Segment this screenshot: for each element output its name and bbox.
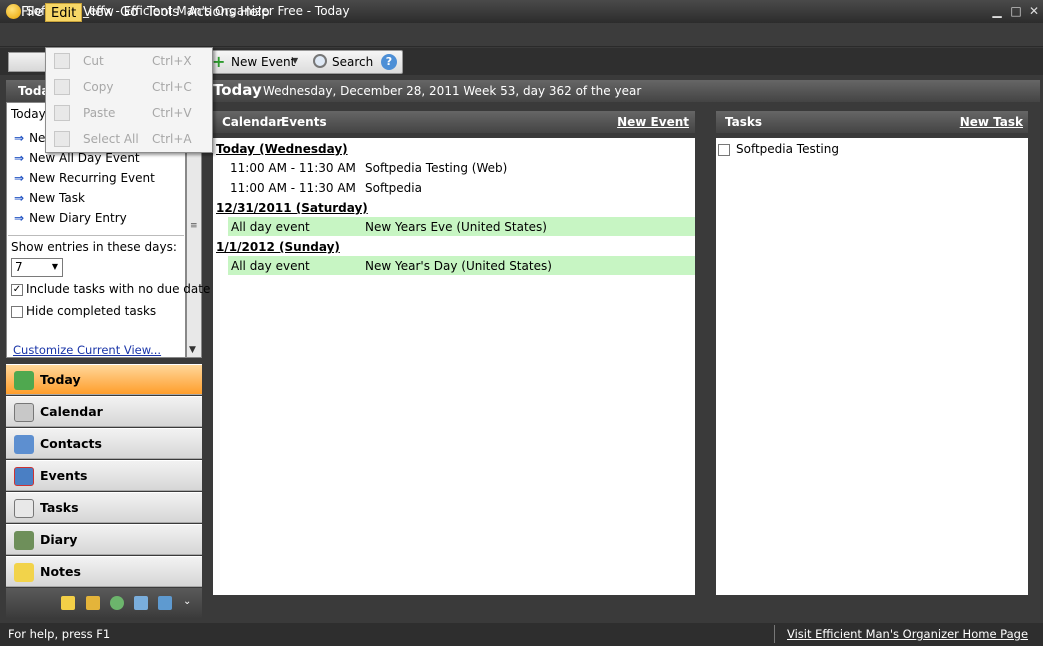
- arrow-right-icon: ⇒: [14, 211, 25, 225]
- tasks-header-label: Tasks: [725, 115, 763, 129]
- dropdown-arrow-icon[interactable]: ▼: [292, 56, 298, 65]
- homepage-link[interactable]: Visit Efficient Man's Organizer Home Pag…: [787, 627, 1028, 641]
- event-title[interactable]: Softpedia Testing (Web): [365, 161, 507, 175]
- key-icon[interactable]: [86, 596, 100, 610]
- add-icon: +: [212, 52, 226, 71]
- nav-diary[interactable]: Diary: [6, 524, 202, 555]
- chevron-down-icon[interactable]: ⌄: [183, 596, 191, 607]
- paste-icon: [54, 105, 70, 121]
- help-icon[interactable]: ?: [381, 54, 397, 70]
- event-title[interactable]: Softpedia: [365, 181, 422, 195]
- events-icon: [14, 467, 34, 486]
- edit-menu-paste[interactable]: Paste Ctrl+V: [50, 101, 208, 126]
- include-no-due-checkbox[interactable]: ✓ Include tasks with no due date: [11, 282, 210, 296]
- arrow-right-icon: ⇒: [14, 151, 25, 165]
- edit-menu-select-all[interactable]: Select All Ctrl+A: [50, 127, 208, 152]
- nav-notes[interactable]: Notes: [6, 556, 202, 587]
- action-new-diary-entry[interactable]: ⇒ New Diary Entry: [14, 209, 127, 227]
- recycle-icon[interactable]: [158, 596, 172, 610]
- divider: [774, 625, 775, 643]
- arrow-right-icon: ⇒: [14, 191, 25, 205]
- arrow-right-icon: ⇒: [14, 131, 25, 145]
- event-title[interactable]: New Year's Day (United States): [365, 259, 552, 273]
- new-event-link[interactable]: New Event: [617, 115, 689, 129]
- status-help-text: For help, press F1: [8, 627, 111, 641]
- date-line: Wednesday, December 28, 2011 Week 53, da…: [263, 84, 642, 98]
- action-new-recurring-event[interactable]: ⇒ New Recurring Event: [14, 169, 155, 187]
- nav-events[interactable]: Events: [6, 460, 202, 491]
- menu-view[interactable]: View: [78, 3, 119, 22]
- menu-go[interactable]: Go: [115, 3, 143, 22]
- checkbox-icon: [718, 143, 730, 156]
- minimize-icon[interactable]: ▁: [988, 3, 1006, 19]
- menu-edit[interactable]: Edit: [45, 3, 83, 22]
- calendar-header-label: Calendar: [222, 115, 283, 129]
- close-icon[interactable]: ✕: [1025, 3, 1043, 19]
- menu-actions[interactable]: Actions: [183, 3, 241, 22]
- page-title: Today: [213, 81, 262, 99]
- events-header-label: Events: [281, 115, 327, 129]
- checkbox-icon: [11, 305, 23, 318]
- nav-calendar[interactable]: Calendar: [6, 396, 202, 427]
- globe-icon[interactable]: [110, 596, 124, 610]
- chevron-down-icon: ▼: [51, 262, 58, 271]
- customize-view-link[interactable]: Customize Current View...: [13, 343, 161, 357]
- search-button[interactable]: Search: [332, 54, 373, 71]
- event-time: 11:00 AM - 11:30 AM: [230, 181, 356, 195]
- event-time: 11:00 AM - 11:30 AM: [230, 161, 356, 175]
- arrow-right-icon: ⇒: [14, 171, 25, 185]
- nav-tasks[interactable]: Tasks: [6, 492, 202, 523]
- contacts-icon: [14, 435, 34, 454]
- task-item[interactable]: Softpedia Testing: [718, 142, 839, 156]
- event-title[interactable]: New Years Eve (United States): [365, 220, 547, 234]
- maximize-icon[interactable]: □: [1007, 3, 1025, 19]
- search-mini-icon[interactable]: [134, 596, 148, 610]
- hide-completed-checkbox[interactable]: Hide completed tasks: [11, 304, 156, 318]
- show-entries-label: Show entries in these days:: [11, 240, 177, 254]
- edit-menu-dropdown: Cut Ctrl+X Copy Ctrl+C Paste Ctrl+V Select …: [45, 47, 213, 153]
- nav-today[interactable]: Today: [6, 364, 202, 395]
- diary-icon: [14, 531, 34, 550]
- event-day-heading[interactable]: 1/1/2012 (Sunday): [216, 240, 340, 254]
- nav-contacts[interactable]: Contacts: [6, 428, 202, 459]
- divider: [8, 235, 184, 236]
- tasks-body: [716, 138, 1028, 595]
- select-all-icon: [54, 131, 70, 147]
- event-time: All day event: [231, 220, 310, 234]
- search-icon: [313, 54, 327, 68]
- nav-footer: ⌄: [6, 588, 202, 619]
- event-day-heading[interactable]: 12/31/2011 (Saturday): [216, 201, 368, 215]
- notes-icon: [14, 563, 34, 582]
- new-event-button[interactable]: New Event: [231, 54, 295, 71]
- edit-menu-cut[interactable]: Cut Ctrl+X: [50, 49, 208, 74]
- menu-help[interactable]: Help: [235, 3, 275, 22]
- status-bar: For help, press F1 Visit Efficient Man's…: [0, 623, 1043, 646]
- days-select[interactable]: 7 ▼: [11, 258, 63, 277]
- copy-icon: [54, 79, 70, 95]
- tasks-check-icon: [14, 499, 34, 518]
- menu-tools[interactable]: Tools: [142, 3, 184, 22]
- calendar-events-header: Calendar Events New Event: [213, 111, 695, 133]
- menu-bar: [0, 23, 1043, 47]
- toolbar-left-strip: [8, 52, 48, 72]
- cut-icon: [54, 53, 70, 69]
- calendar-mini-icon[interactable]: [61, 596, 75, 610]
- action-new-task[interactable]: ⇒ New Task: [14, 189, 85, 207]
- menu-file[interactable]: File: [16, 3, 48, 22]
- edit-menu-copy[interactable]: Copy Ctrl+C: [50, 75, 208, 100]
- event-time: All day event: [231, 259, 310, 273]
- new-task-link[interactable]: New Task: [960, 115, 1023, 129]
- tasks-header: Tasks New Task: [716, 111, 1028, 133]
- home-icon: [14, 371, 34, 390]
- calendar-icon: [14, 403, 34, 422]
- event-day-heading[interactable]: Today (Wednesday): [216, 142, 348, 156]
- checkbox-checked-icon: ✓: [11, 283, 23, 296]
- left-panel-subheader: Today: [11, 107, 46, 121]
